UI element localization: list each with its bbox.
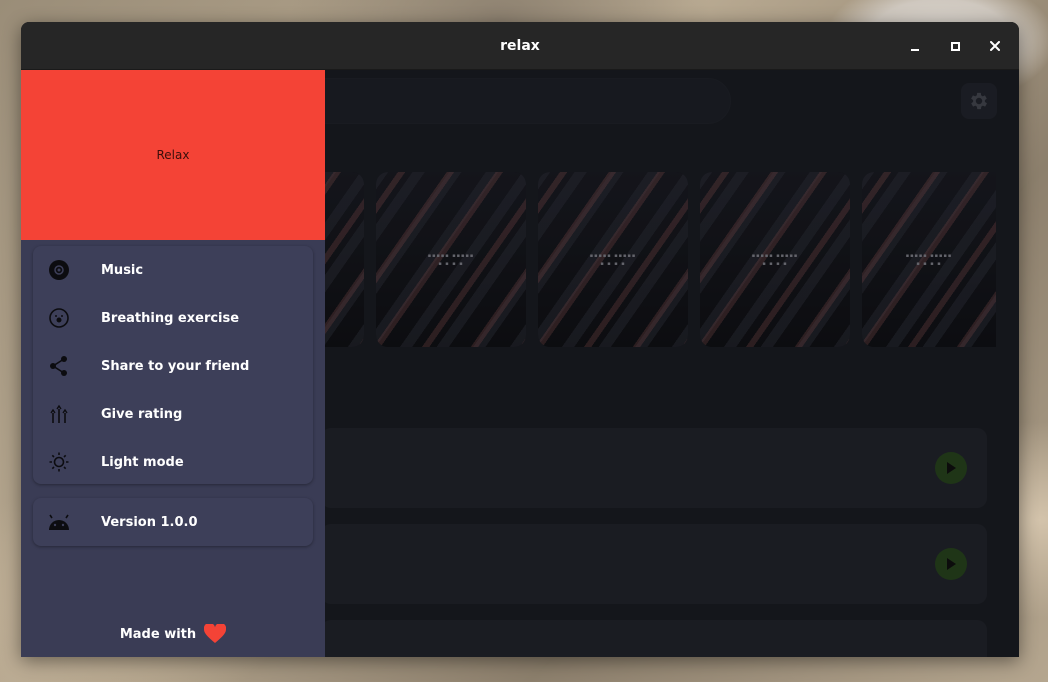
drawer-menu: Music Breathing exercise Share to your f… [33,246,313,484]
menu-item-label: Light mode [101,454,184,470]
navigation-drawer: Relax Music Breathing exercise Share to … [21,70,325,657]
menu-item-rating[interactable]: Give rating [33,390,313,438]
close-button[interactable] [985,36,1005,56]
menu-item-share[interactable]: Share to your friend [33,342,313,390]
menu-item-music[interactable]: Music [33,246,313,294]
maximize-button[interactable] [945,36,965,56]
made-with-text: Made with [119,626,197,642]
rating-icon [47,402,71,426]
minimize-icon [911,49,919,51]
version-item[interactable]: Version 1.0.0 [33,498,313,546]
share-icon [47,354,71,378]
drawer-header: Relax [21,70,325,240]
title-bar[interactable]: relax [21,22,1019,70]
maximize-icon [950,41,960,51]
breathing-icon [47,306,71,330]
app-window: relax ▪▪▪▪▪ ▪▪▪▪▪ ▪ ▪ ▪ ▪ ▪▪▪▪▪ ▪▪▪▪▪ ▪ ▪ … [21,22,1019,657]
sun-icon [47,450,71,474]
menu-item-label: Give rating [101,406,183,422]
close-icon [990,41,1000,51]
menu-item-light-mode[interactable]: Light mode [33,438,313,486]
android-icon [47,510,71,534]
window-title: relax [500,37,540,54]
menu-item-label: Breathing exercise [101,310,240,326]
drawer-header-title: Relax [156,148,190,162]
version-label: Version 1.0.0 [101,514,198,530]
disc-icon [47,258,71,282]
drawer-footer: Made with [21,624,325,644]
menu-item-version[interactable]: Version 1.0.0 [33,498,313,546]
menu-item-label: Share to your friend [101,358,250,374]
menu-item-breathing[interactable]: Breathing exercise [33,294,313,342]
minimize-button[interactable] [905,36,925,56]
heart-icon [204,624,227,643]
menu-item-label: Music [101,262,144,278]
